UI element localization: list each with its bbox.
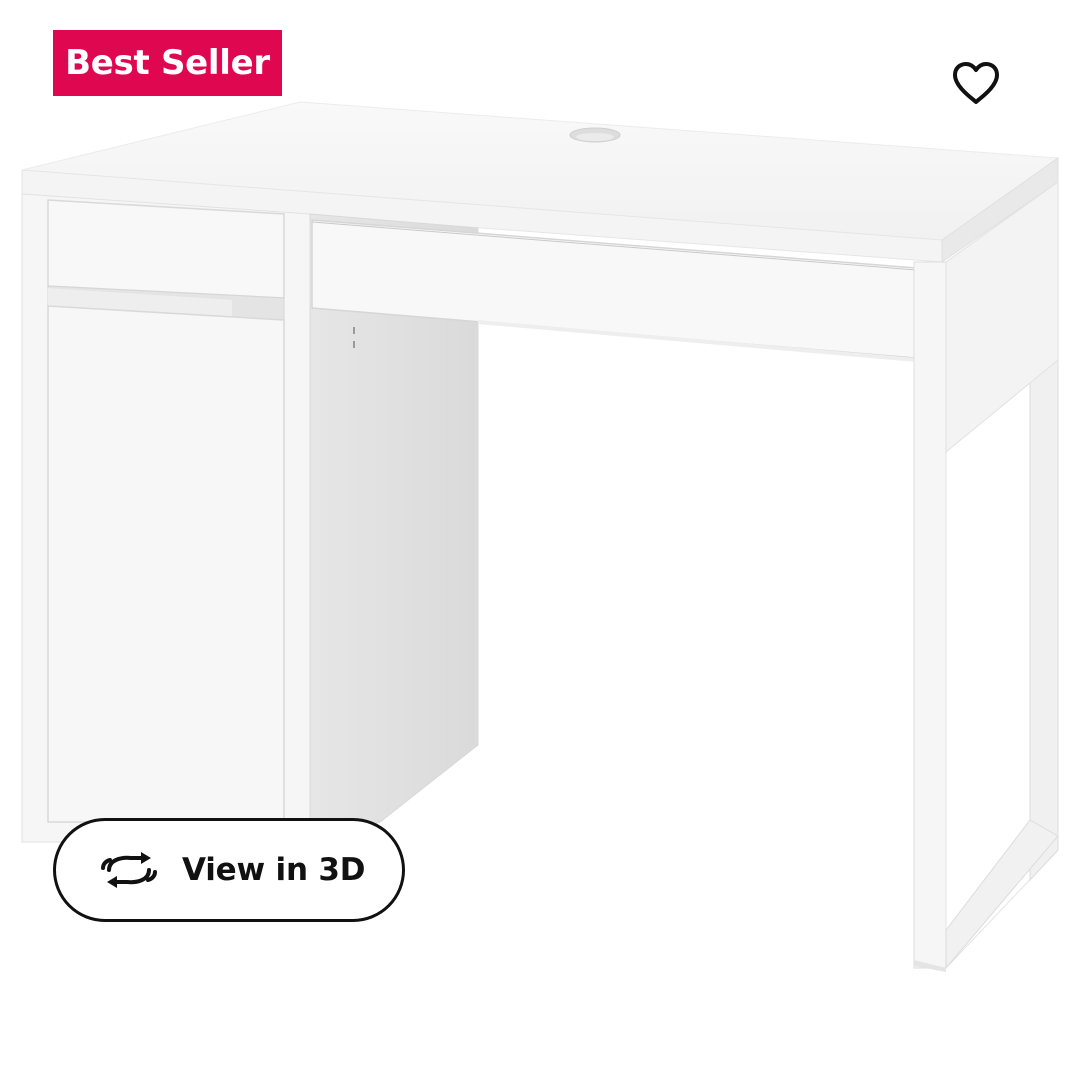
favorite-button[interactable] (945, 55, 1007, 111)
view-in-3d-label: View in 3D (182, 852, 366, 888)
view-in-3d-button[interactable]: View in 3D (53, 818, 405, 922)
rotate-3d-icon (100, 849, 158, 891)
badge-label: Best Seller (65, 43, 270, 83)
product-gallery: Best Seller View in 3D (0, 0, 1080, 1080)
heart-outline-icon (953, 62, 999, 104)
best-seller-badge: Best Seller (53, 30, 282, 96)
